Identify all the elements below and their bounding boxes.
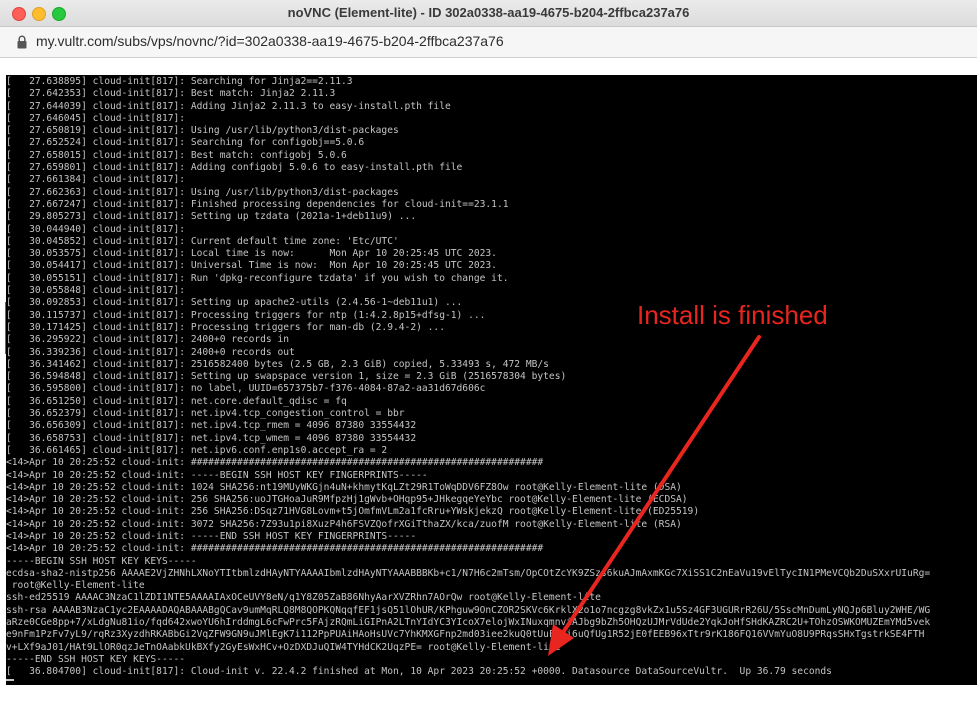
console-line: <14>Apr 10 20:25:52 cloud-init: 3072 SHA… (6, 518, 682, 530)
console-line: [ 36.658753] cloud-init[817]: net.ipv4.t… (6, 432, 417, 444)
console-line: <14>Apr 10 20:25:52 cloud-init: -----BEG… (6, 469, 428, 481)
console-line: [ 27.646045] cloud-init[817]: (6, 112, 186, 124)
console-line: [ 36.595800] cloud-init[817]: no label, … (6, 383, 486, 395)
console-line: [ 36.656309] cloud-init[817]: net.ipv4.t… (6, 420, 417, 432)
console-line: v+LXf9aJ01/HAt9LlOR0qzJeTnOAabkUkBXfy2Gy… (6, 641, 561, 653)
url-text[interactable]: my.vultr.com/subs/vps/novnc/?id=302a0338… (36, 33, 504, 49)
console-line: <14>Apr 10 20:25:52 cloud-init: 256 SHA2… (6, 506, 700, 518)
console-line: [ 30.054417] cloud-init[817]: Universal … (6, 260, 497, 272)
console-line: aRze0CGe8pp+7/xLdgNu81io/fqd642xwoYU6hIr… (6, 617, 931, 629)
console-line: [ 29.805273] cloud-init[817]: Setting up… (6, 211, 417, 223)
console-line: ecdsa-sha2-nistp256 AAAAE2VjZHNhLXNoYTIt… (6, 567, 931, 579)
console-line: [ 30.045852] cloud-init[817]: Current de… (6, 235, 399, 247)
console-line: [ 36.341462] cloud-init[817]: 2516582400… (6, 358, 549, 370)
title-bar[interactable]: noVNC (Element-lite) - ID 302a0338-aa19-… (0, 0, 977, 27)
console-line: -----END SSH HOST KEY KEYS----- (6, 653, 186, 665)
console-line: [ 30.115737] cloud-init[817]: Processing… (6, 309, 486, 321)
console-line: [ 27.667247] cloud-init[817]: Finished p… (6, 198, 509, 210)
console-line: [ 27.638895] cloud-init[817]: Searching … (6, 76, 353, 87)
console-line: [ 30.044940] cloud-init[817]: (6, 223, 186, 235)
console-line: -----BEGIN SSH HOST KEY KEYS----- (6, 555, 197, 567)
console-line: [ 36.651250] cloud-init[817]: net.core.d… (6, 395, 347, 407)
lock-icon (17, 35, 27, 49)
annotation-label: Install is finished (637, 300, 828, 330)
console-line: [ 30.055848] cloud-init[817]: (6, 285, 186, 297)
console-line: [ 27.650819] cloud-init[817]: Using /usr… (6, 125, 399, 137)
console-line: ssh-ed25519 AAAAC3NzaC1lZDI1NTE5AAAAIAxO… (6, 592, 601, 604)
console-line: [ 30.092853] cloud-init[817]: Setting up… (6, 297, 463, 309)
console-line: ssh-rsa AAAAB3NzaC1yc2EAAAADAQABAAABgQCa… (6, 604, 931, 616)
console-output: [ 27.638895] cloud-init[817]: Searching … (6, 76, 977, 679)
console-line: [ 27.662363] cloud-init[817]: Using /usr… (6, 186, 399, 198)
console-line: root@Kelly-Element-lite (6, 580, 145, 592)
console-line: [ 30.171425] cloud-init[817]: Processing… (6, 321, 445, 333)
console-line: [ 36.295922] cloud-init[817]: 2400+0 rec… (6, 334, 290, 346)
console-line: [ 27.659801] cloud-init[817]: Adding con… (6, 162, 463, 174)
console-line: [ 36.339236] cloud-init[817]: 2400+0 rec… (6, 346, 295, 358)
window-title: noVNC (Element-lite) - ID 302a0338-aa19-… (287, 5, 690, 20)
console-line: [ 27.661384] cloud-init[817]: (6, 174, 186, 186)
console-line: <14>Apr 10 20:25:52 cloud-init: ########… (6, 543, 544, 555)
address-bar[interactable]: my.vultr.com/subs/vps/novnc/?id=302a0338… (0, 27, 977, 58)
console-line: [ 27.644039] cloud-init[817]: Adding Jin… (6, 100, 451, 112)
console-line: <14>Apr 10 20:25:52 cloud-init: -----END… (6, 530, 417, 542)
console-line: <14>Apr 10 20:25:52 cloud-init: 1024 SHA… (6, 481, 682, 493)
console-line: [ 27.658015] cloud-init[817]: Best match… (6, 149, 347, 161)
console-line: [ 36.594848] cloud-init[817]: Setting up… (6, 371, 567, 383)
console-line: [ 30.055151] cloud-init[817]: Run 'dpkg-… (6, 272, 509, 284)
console-line: e9nFm1PzFv7yL9/rqRz3XyzdhRKABbGi2VqZFW9G… (6, 629, 925, 641)
console-line: [ 36.661465] cloud-init[817]: net.ipv6.c… (6, 444, 388, 456)
console-line: [ 36.804700] cloud-init[817]: Cloud-init… (6, 666, 832, 678)
vnc-console-screen[interactable]: [ 27.638895] cloud-init[817]: Searching … (6, 75, 977, 685)
console-line: [ 30.053575] cloud-init[817]: Local time… (6, 248, 497, 260)
console-cursor (6, 679, 14, 681)
console-line: [ 27.652524] cloud-init[817]: Searching … (6, 137, 365, 149)
console-line: <14>Apr 10 20:25:52 cloud-init: ########… (6, 457, 544, 469)
browser-window: noVNC (Element-lite) - ID 302a0338-aa19-… (0, 0, 977, 715)
console-line: <14>Apr 10 20:25:52 cloud-init: 256 SHA2… (6, 494, 688, 506)
console-line: [ 27.642353] cloud-init[817]: Best match… (6, 88, 336, 100)
console-line: [ 36.652379] cloud-init[817]: net.ipv4.t… (6, 408, 405, 420)
